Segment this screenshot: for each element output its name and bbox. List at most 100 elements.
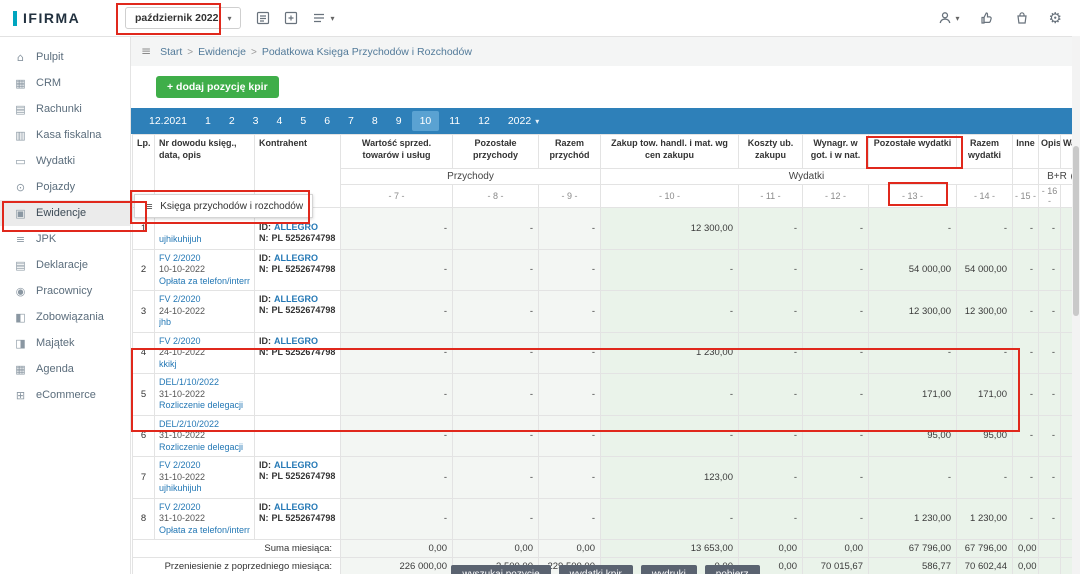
sidebar-item-ewidencje[interactable]: ▣Ewidencje <box>0 200 130 226</box>
cell-col-17: - <box>1061 291 1073 333</box>
month-tab-m11[interactable]: 11 <box>441 111 468 131</box>
sidebar-item-pojazdy[interactable]: ⊙Pojazdy <box>0 174 130 200</box>
list-menu-icon[interactable]: ▾ <box>311 10 334 26</box>
cell-col-12: - <box>803 332 869 374</box>
doc-link[interactable]: DEL/1/10/2022 <box>159 377 250 389</box>
contractor-link[interactable]: ALLEGRO <box>274 336 318 346</box>
month-tab-m8[interactable]: 8 <box>364 111 386 131</box>
month-tab-year[interactable]: 2022▾ <box>500 111 547 131</box>
sidebar-item-deklaracje[interactable]: ▤Deklaracje <box>0 252 130 278</box>
sidebar-item-pracownicy[interactable]: ◉Pracownicy <box>0 278 130 304</box>
doc-date: 24-10-2022 <box>159 306 250 318</box>
col-header-7: Zakup tow. handl. i mat. wg cen zakupu <box>601 135 739 169</box>
cell-col-9: - <box>539 498 601 540</box>
summary-label: Suma miesiąca: <box>133 540 341 558</box>
contractor-link[interactable]: ALLEGRO <box>274 460 318 470</box>
user-menu-icon[interactable]: ▾ <box>937 10 960 26</box>
month-tab-m4[interactable]: 4 <box>269 111 291 131</box>
doc-link[interactable]: FV 2/2020 <box>159 460 250 472</box>
doc-link[interactable]: ujhikuhijuh <box>159 234 250 246</box>
cell-col-11: - <box>739 498 803 540</box>
scrollbar-thumb[interactable] <box>1073 146 1079 316</box>
col-number-8: - 8 - <box>453 185 539 208</box>
contractor-line: N:PL 5252674798 <box>259 513 336 524</box>
doc-link[interactable]: Rozliczenie delegacji <box>159 400 250 412</box>
month-tab-m1[interactable]: 1 <box>197 111 219 131</box>
doc-link[interactable]: jhb <box>159 317 250 329</box>
cell-col-9: - <box>539 249 601 291</box>
month-selector-dropdown[interactable]: październik 2022 ▾ <box>125 7 241 29</box>
doc-link[interactable]: DEL/2/10/2022 <box>159 419 250 431</box>
doc-link[interactable]: Rozliczenie delegacji <box>159 442 250 454</box>
breadcrumb-bar: ≡ Start>Ewidencje>Podatkowa Księga Przyc… <box>131 36 1080 67</box>
cell-col-12: - <box>803 374 869 416</box>
sidebar-item-crm[interactable]: ▦CRM <box>0 70 130 96</box>
sidebar-item-jpk[interactable]: ≡JPK <box>0 226 130 252</box>
breadcrumb-item-1[interactable]: Start <box>160 46 182 58</box>
row-number: 7 <box>133 457 155 499</box>
doc-link[interactable]: ujhikuhijuh <box>159 483 250 495</box>
sidebar-item-majatek[interactable]: ◨Majątek <box>0 330 130 356</box>
row-number: 3 <box>133 291 155 333</box>
doc-link[interactable]: FV 2/2020 <box>159 253 250 265</box>
liabilities-icon: ◧ <box>14 311 27 324</box>
month-tab-m6[interactable]: 6 <box>316 111 338 131</box>
doc-cell: DEL/1/10/202231-10-2022Rozliczenie deleg… <box>155 374 255 416</box>
doc-link[interactable]: FV 2/2020 <box>159 294 250 306</box>
add-kpir-entry-button[interactable]: + dodaj pozycję kpir <box>156 76 279 98</box>
vertical-scrollbar[interactable] <box>1072 36 1080 574</box>
sidebar-item-ecommerce[interactable]: ⊞eCommerce <box>0 382 130 408</box>
sidebar-item-rachunki[interactable]: ▤Rachunki <box>0 96 130 122</box>
footer-button-expenses[interactable]: wydatki kpir <box>559 565 633 574</box>
sidebar-item-agenda[interactable]: ▦Agenda <box>0 356 130 382</box>
cell-col-15: - <box>1013 498 1039 540</box>
employees-icon: ◉ <box>14 285 27 298</box>
settings-gear-icon[interactable]: ⚙ <box>1049 11 1062 26</box>
cell-col-7: - <box>341 249 453 291</box>
footer-button-prints[interactable]: wydruki <box>641 565 697 574</box>
month-tab-m9[interactable]: 9 <box>388 111 410 131</box>
menu-icon[interactable]: ≡ <box>141 44 151 58</box>
doc-link[interactable]: Opłata za telefon/internet <box>159 276 250 288</box>
doc-link[interactable]: Opłata za telefon/internet <box>159 525 250 537</box>
kpir-book-tab[interactable]: ≡ Księga przychodów i rozchodów <box>134 194 313 218</box>
row-number: 8 <box>133 498 155 540</box>
cell-col-12: - <box>803 498 869 540</box>
footer-button-search[interactable]: wyszukaj pozycję <box>451 565 550 574</box>
thumbs-up-icon[interactable] <box>979 10 995 26</box>
month-tab-m5[interactable]: 5 <box>292 111 314 131</box>
month-tab-12-2021[interactable]: 12.2021 <box>141 111 195 131</box>
summary-col-11: 0,00 <box>739 540 803 558</box>
cell-col-11: - <box>739 208 803 250</box>
sidebar-item-label: Kasa fiskalna <box>36 129 101 141</box>
month-tab-m12[interactable]: 12 <box>470 111 498 131</box>
crm-icon: ▦ <box>14 77 27 90</box>
month-tab-m3[interactable]: 3 <box>245 111 267 131</box>
sidebar-item-zobowiazania[interactable]: ◧Zobowiązania <box>0 304 130 330</box>
doc-link[interactable]: FV 2/2020 <box>159 502 250 514</box>
month-tab-m7[interactable]: 7 <box>340 111 362 131</box>
sidebar-item-wydatki[interactable]: ▭Wydatki <box>0 148 130 174</box>
sidebar-item-kasa-fiskalna[interactable]: ▥Kasa fiskalna <box>0 122 130 148</box>
notes-icon[interactable] <box>255 10 271 26</box>
cell-col-15: - <box>1013 291 1039 333</box>
contractor-link[interactable]: ALLEGRO <box>274 222 318 232</box>
contractor-link[interactable]: ALLEGRO <box>274 294 318 304</box>
table-row-3: 3FV 2/202024-10-2022jhbID:ALLEGRON:PL 52… <box>133 291 1073 333</box>
contractor-line: ID:ALLEGRO <box>259 336 336 347</box>
footer-button-download[interactable]: pobierz <box>705 565 760 574</box>
sidebar-item-pulpit[interactable]: ⌂Pulpit <box>0 44 130 70</box>
month-tab-m2[interactable]: 2 <box>221 111 243 131</box>
breadcrumb-item-2[interactable]: Ewidencje <box>198 46 246 58</box>
app-logo[interactable]: IFIRMA <box>0 10 109 26</box>
doc-link[interactable]: kkikj <box>159 359 250 371</box>
breadcrumb-item-3[interactable]: Podatkowa Księga Przychodów i Rozchodów <box>262 46 472 58</box>
month-tab-m10[interactable]: 10 <box>412 111 440 131</box>
gift-icon[interactable] <box>1014 10 1030 26</box>
contractor-link[interactable]: ALLEGRO <box>274 253 318 263</box>
group-header-inne-spacer <box>1013 169 1039 185</box>
add-window-icon[interactable] <box>283 10 299 26</box>
summary-col-7: 0,00 <box>341 540 453 558</box>
doc-link[interactable]: FV 2/2020 <box>159 336 250 348</box>
contractor-link[interactable]: ALLEGRO <box>274 502 318 512</box>
